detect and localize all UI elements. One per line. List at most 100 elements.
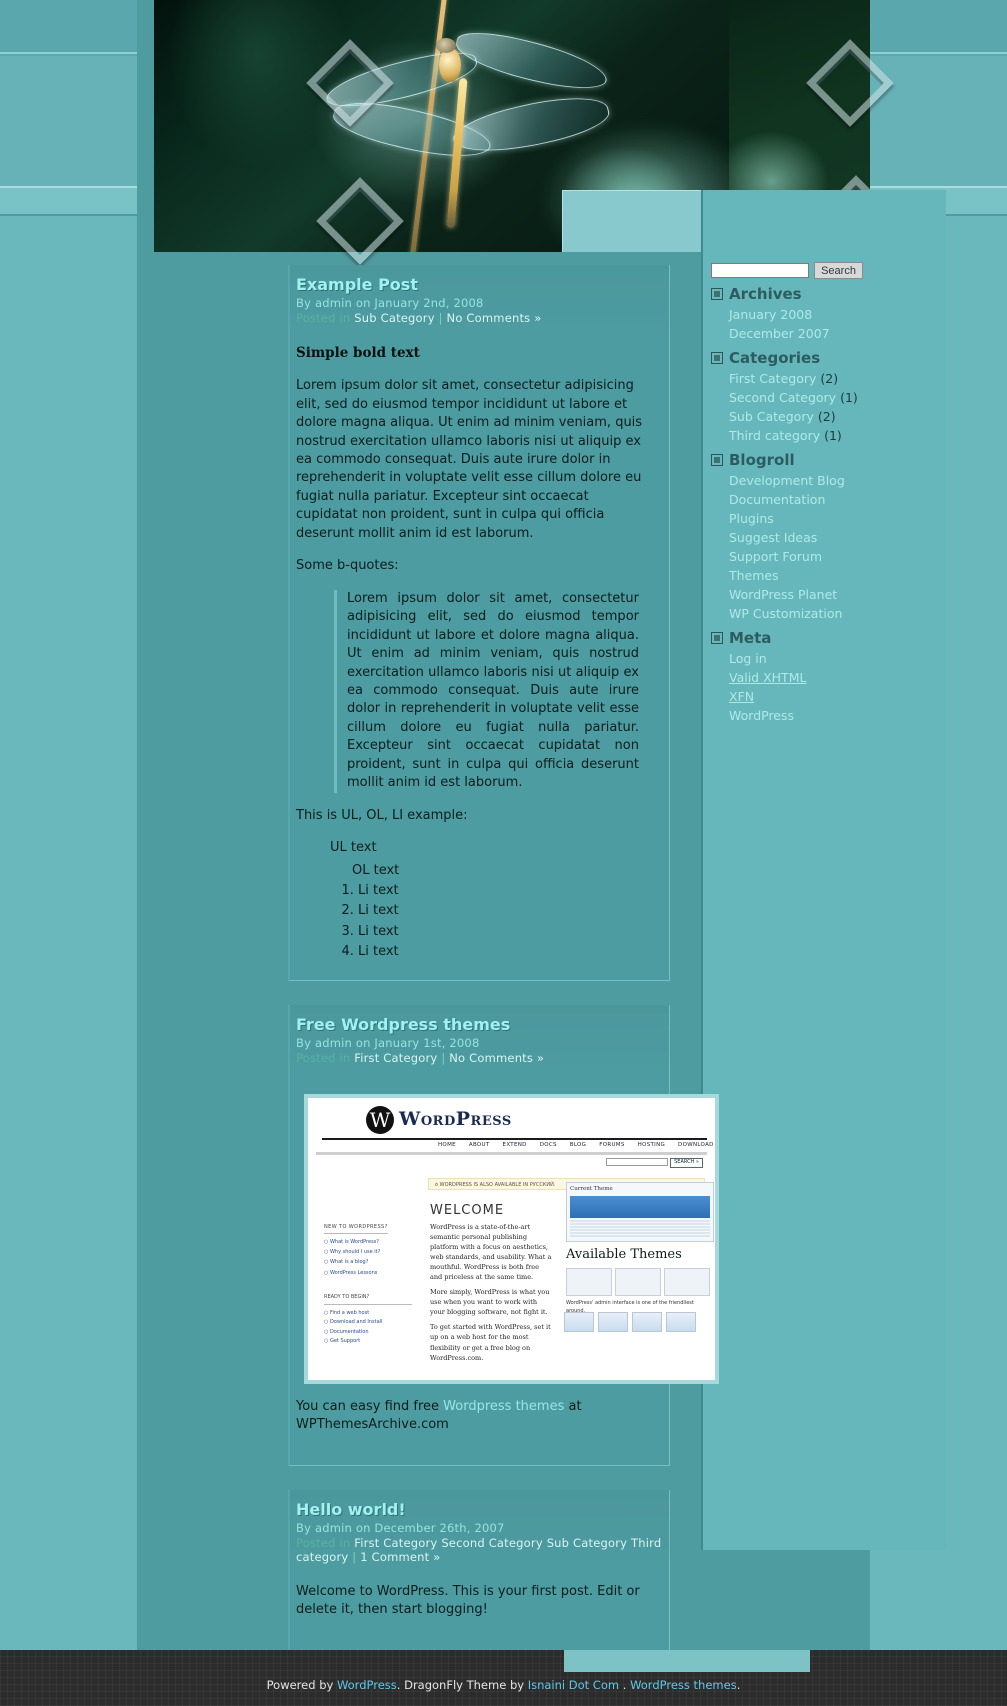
post-category-link[interactable]: Second Category: [441, 1536, 543, 1550]
wp-col-heading: NEW TO WORDPRESS?: [324, 1223, 388, 1234]
category-count: (2): [820, 371, 839, 386]
post-header: Free Wordpress themes By admin on Januar…: [290, 1004, 669, 1072]
ordered-list-demo: Li text Li text Li text Li text: [340, 882, 653, 962]
post-comments-link[interactable]: No Comments »: [447, 311, 542, 325]
list-item[interactable]: Suggest Ideas: [729, 528, 946, 547]
text-before-link: You can easy find free: [296, 1398, 444, 1414]
footer-wordpress-link[interactable]: WordPress: [337, 1678, 397, 1692]
sidebar-link[interactable]: January 2008: [729, 307, 812, 322]
wp-link: ○ Download and Install: [324, 1319, 383, 1326]
sidebar-link[interactable]: Second Category: [729, 390, 836, 405]
post-title[interactable]: Example Post: [296, 275, 669, 294]
footer-themes-link[interactable]: WordPress themes: [630, 1678, 737, 1692]
post-category-link[interactable]: First Category: [354, 1536, 437, 1550]
list-item[interactable]: First Category (2): [729, 369, 946, 388]
wp-search: SEARCH »: [606, 1157, 703, 1168]
post-taxonomy: Posted in Sub Category | No Comments »: [296, 311, 669, 325]
footer-credits: Powered by WordPress. DragonFly Theme by…: [0, 1678, 1007, 1692]
post-bold-heading: Simple bold text: [296, 345, 420, 361]
sidebar-link[interactable]: Themes: [729, 568, 779, 583]
wp-nav-item: DOWNLOAD: [678, 1141, 714, 1148]
list-item[interactable]: Log in: [729, 649, 946, 668]
post-body: Welcome to WordPress. This is your first…: [290, 1571, 669, 1650]
list-item[interactable]: Third category (1): [729, 426, 946, 445]
li-item: Li text: [358, 902, 653, 920]
list-bullet-icon: [711, 632, 723, 644]
list-item[interactable]: WP Customization: [729, 604, 946, 623]
sidebar-link[interactable]: Development Blog: [729, 473, 845, 488]
wordpress-wordmark: WordPress: [399, 1108, 512, 1131]
wp-paragraph: More simply, WordPress is what you use w…: [430, 1288, 550, 1317]
sidebar-link[interactable]: Plugins: [729, 511, 774, 526]
divider: [316, 1151, 707, 1155]
post-taxonomy: Posted in First Category Second Category…: [296, 1536, 669, 1564]
post-byline: By admin on December 26th, 2007: [296, 1520, 505, 1535]
sidebar-link[interactable]: Documentation: [729, 492, 825, 507]
footer-end: .: [736, 1678, 741, 1692]
category-count: (1): [824, 428, 842, 443]
list-item[interactable]: WordPress Planet: [729, 585, 946, 604]
wp-link: ○ Why should I use it?: [324, 1249, 381, 1256]
list-item[interactable]: Plugins: [729, 509, 946, 528]
list-item[interactable]: XFN: [729, 687, 946, 706]
list-item[interactable]: Development Blog: [729, 471, 946, 490]
post-byline: By admin on January 1st, 2008: [296, 1035, 480, 1050]
wp-main-copy: WordPress is a state-of-the-art semantic…: [430, 1222, 552, 1363]
post-title[interactable]: Hello world!: [296, 1500, 669, 1519]
wp-search-field: [606, 1157, 669, 1166]
post-hello-world: Hello world! By admin on December 26th, …: [288, 1489, 670, 1651]
post-comments-link[interactable]: 1 Comment »: [360, 1550, 440, 1564]
sidebar-link-login[interactable]: Log in: [729, 651, 767, 666]
sidebar-link[interactable]: Sub Category: [729, 409, 814, 424]
sidebar-link-valid-xhtml[interactable]: Valid XHTML: [729, 670, 806, 685]
list-bullet-icon: [711, 288, 723, 300]
search-input[interactable]: [711, 263, 809, 278]
list-item[interactable]: Themes: [729, 566, 946, 585]
wp-link: ○ Get Support: [324, 1338, 361, 1345]
footer-powered-by: Powered by: [266, 1678, 337, 1692]
sidebar-link[interactable]: Suggest Ideas: [729, 530, 817, 545]
wp-card-title: Current Theme: [570, 1185, 613, 1192]
list-item[interactable]: January 2008: [729, 305, 946, 324]
list-item[interactable]: Documentation: [729, 490, 946, 509]
sidebar: Search Archives January 2008 December 20…: [701, 190, 946, 1550]
footer-author-link[interactable]: Isnaini Dot Com: [528, 1678, 619, 1692]
ul-item: UL text: [330, 840, 377, 856]
wp-placeholder-lines: [570, 1219, 710, 1237]
post-category-link[interactable]: Sub Category: [547, 1536, 627, 1550]
wp-link: ○ What is WordPress?: [324, 1239, 379, 1246]
post-byline: By admin on January 2nd, 2008: [296, 296, 484, 310]
sidebar-link[interactable]: Support Forum: [729, 549, 822, 564]
list-item[interactable]: Valid XHTML: [729, 668, 946, 687]
widget-title-meta: Meta: [711, 629, 946, 647]
sidebar-link[interactable]: December 2007: [729, 326, 830, 341]
wp-nav-item: FORUMS: [599, 1141, 625, 1148]
post-category-link[interactable]: First Category: [354, 1051, 437, 1065]
sidebar-link[interactable]: WordPress Planet: [729, 587, 837, 602]
sidebar-link[interactable]: Third category: [729, 428, 820, 443]
sidebar-link[interactable]: WP Customization: [729, 606, 842, 621]
list-item[interactable]: Second Category (1): [729, 388, 946, 407]
wordpress-themes-link[interactable]: Wordpress themes: [443, 1399, 564, 1414]
search-button[interactable]: Search: [814, 262, 863, 279]
wp-nav-item: DOCS: [539, 1141, 557, 1148]
widget-list-blogroll: Development Blog Documentation Plugins S…: [729, 471, 946, 623]
post-title[interactable]: Free Wordpress themes: [296, 1015, 669, 1034]
sidebar-link-wordpress[interactable]: WordPress: [729, 708, 794, 723]
list-item[interactable]: WordPress: [729, 706, 946, 725]
list-item[interactable]: December 2007: [729, 324, 946, 343]
list-item[interactable]: Sub Category (2): [729, 407, 946, 426]
wordpress-org-screenshot-image[interactable]: W WordPress HOME ABOUT EXTEND DOCS BLOG …: [304, 1093, 719, 1384]
post-header: Example Post By admin on January 2nd, 20…: [290, 265, 669, 332]
post-blockquote: Lorem ipsum dolor sit amet, consectetur …: [334, 589, 653, 793]
wp-card-subtitle: Available Themes: [566, 1246, 682, 1262]
post-comments-link[interactable]: No Comments »: [449, 1051, 544, 1065]
posted-in-label: Posted in: [296, 1535, 351, 1550]
post-category-link[interactable]: Sub Category: [354, 311, 434, 325]
widget-title-categories: Categories: [711, 349, 946, 367]
widget-title-label: Archives: [729, 285, 802, 303]
sidebar-link-xfn[interactable]: XFN: [729, 689, 754, 704]
wp-nav-item: HOME: [438, 1141, 456, 1148]
list-item[interactable]: Support Forum: [729, 547, 946, 566]
sidebar-link[interactable]: First Category: [729, 371, 816, 386]
